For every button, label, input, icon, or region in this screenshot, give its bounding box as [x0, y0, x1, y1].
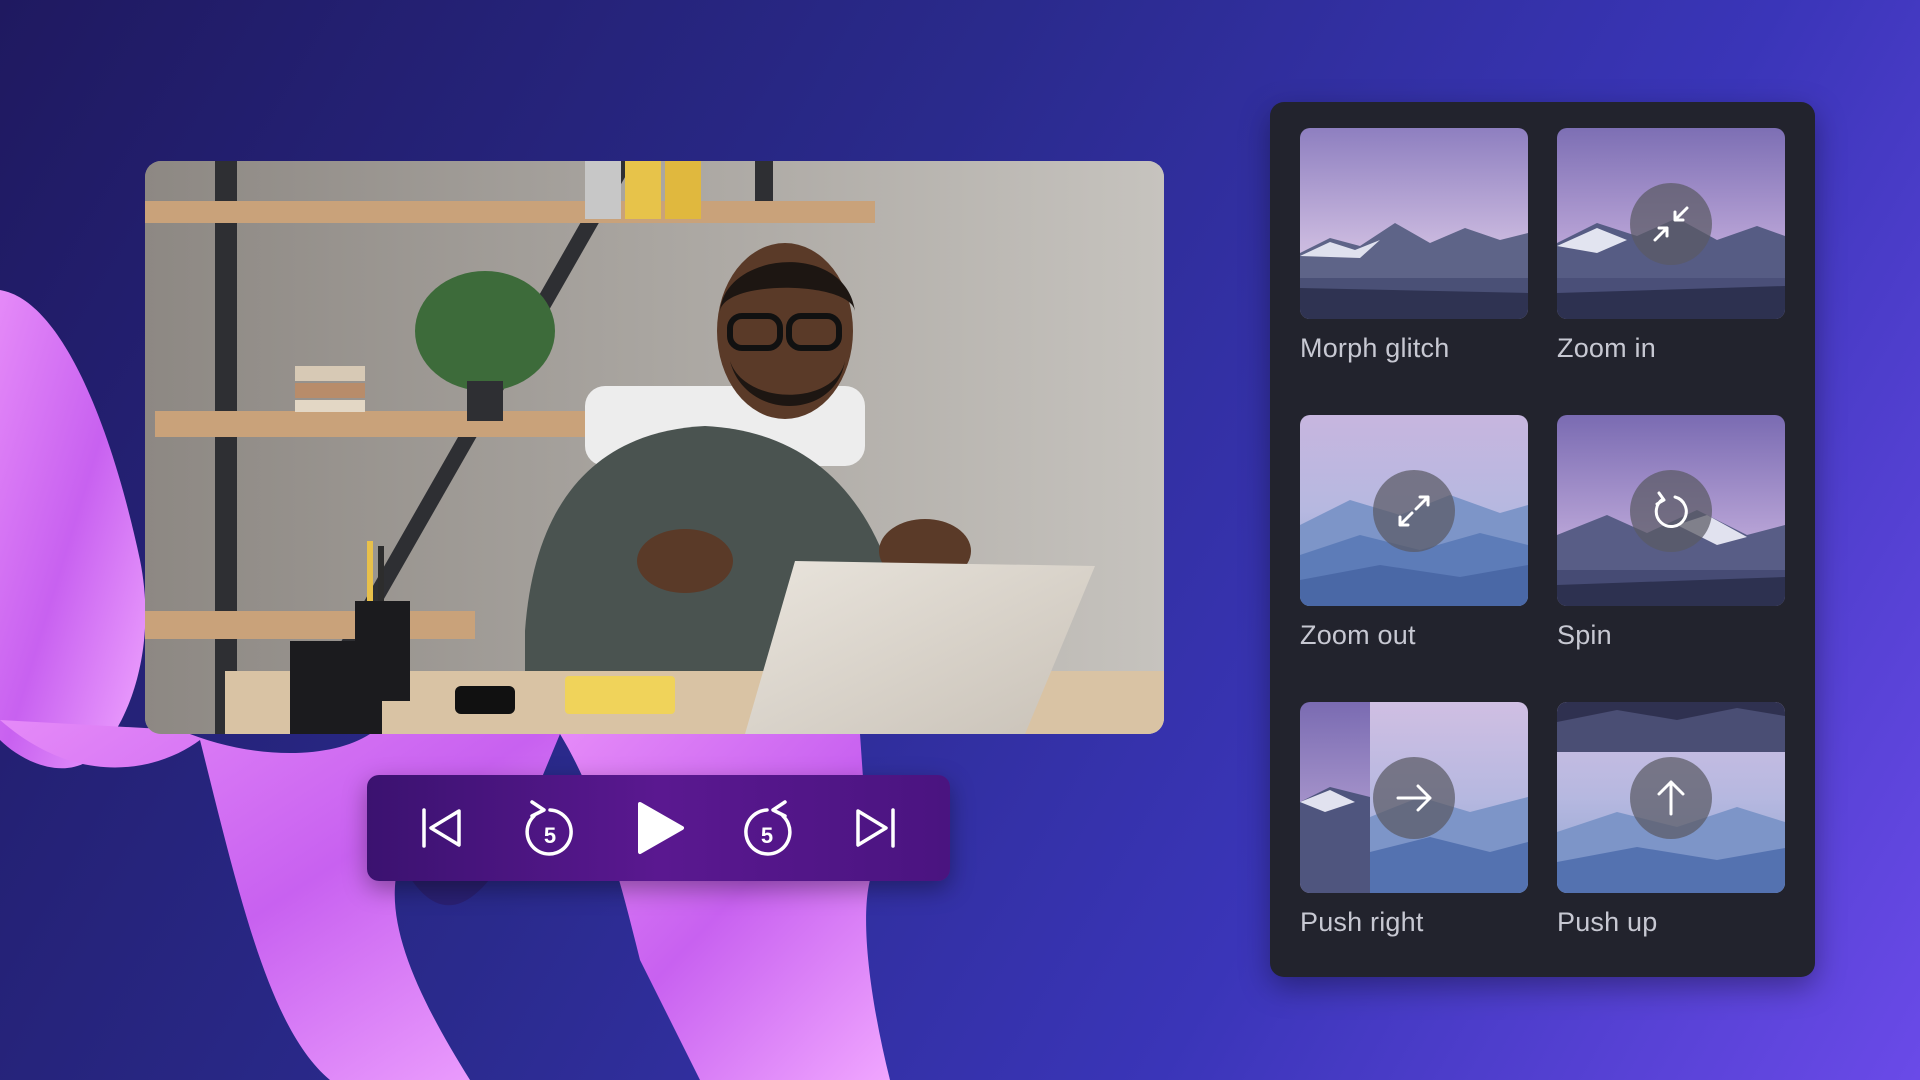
spin-icon	[1654, 491, 1688, 529]
zoom-in-icon	[1653, 206, 1689, 242]
transition-thumbnail	[1300, 415, 1528, 606]
transition-label: Push right	[1300, 907, 1424, 937]
transition-thumbnail	[1300, 128, 1528, 319]
transitions-panel: Morph glitch Zoom in Zoom out Spin Push …	[1270, 102, 1815, 977]
playback-controls: 5 5	[367, 775, 950, 881]
forward-5-button[interactable]: 5	[731, 792, 803, 864]
arrow-right-icon	[1396, 784, 1432, 812]
zoom-out-badge	[1373, 470, 1455, 552]
mountain-scene-image	[1300, 128, 1528, 319]
transition-thumbnail	[1300, 702, 1528, 893]
transition-zoom-out[interactable]: Zoom out	[1300, 415, 1528, 651]
transition-spin[interactable]: Spin	[1557, 415, 1785, 651]
play-button[interactable]	[622, 792, 694, 864]
transition-push-right[interactable]: Push right	[1300, 702, 1528, 938]
rewind-seconds: 5	[544, 823, 556, 848]
rewind-5-button[interactable]: 5	[514, 792, 586, 864]
transition-label: Push up	[1557, 907, 1658, 937]
push-right-badge	[1373, 757, 1455, 839]
transition-label: Zoom out	[1300, 620, 1416, 650]
forward-5-icon: 5	[744, 800, 792, 856]
transition-zoom-in[interactable]: Zoom in	[1557, 128, 1785, 364]
rewind-5-icon: 5	[525, 800, 573, 856]
zoom-out-icon	[1398, 495, 1430, 527]
spin-badge	[1630, 470, 1712, 552]
skip-back-icon	[422, 808, 462, 848]
transition-label: Spin	[1557, 620, 1612, 650]
forward-seconds: 5	[761, 823, 773, 848]
skip-to-end-button[interactable]	[840, 792, 912, 864]
video-frame-image	[145, 161, 1164, 734]
push-up-badge	[1630, 757, 1712, 839]
transition-morph-glitch[interactable]: Morph glitch	[1300, 128, 1528, 364]
transition-label: Zoom in	[1557, 333, 1656, 363]
arrow-up-icon	[1657, 780, 1685, 816]
video-preview[interactable]	[145, 161, 1164, 734]
transition-thumbnail	[1557, 702, 1785, 893]
skip-to-start-button[interactable]	[405, 792, 477, 864]
play-icon	[638, 802, 685, 854]
zoom-in-badge	[1630, 183, 1712, 265]
transition-push-up[interactable]: Push up	[1557, 702, 1785, 938]
transition-thumbnail	[1557, 128, 1785, 319]
transition-thumbnail	[1557, 415, 1785, 606]
skip-forward-icon	[855, 808, 895, 848]
transition-label: Morph glitch	[1300, 333, 1450, 363]
